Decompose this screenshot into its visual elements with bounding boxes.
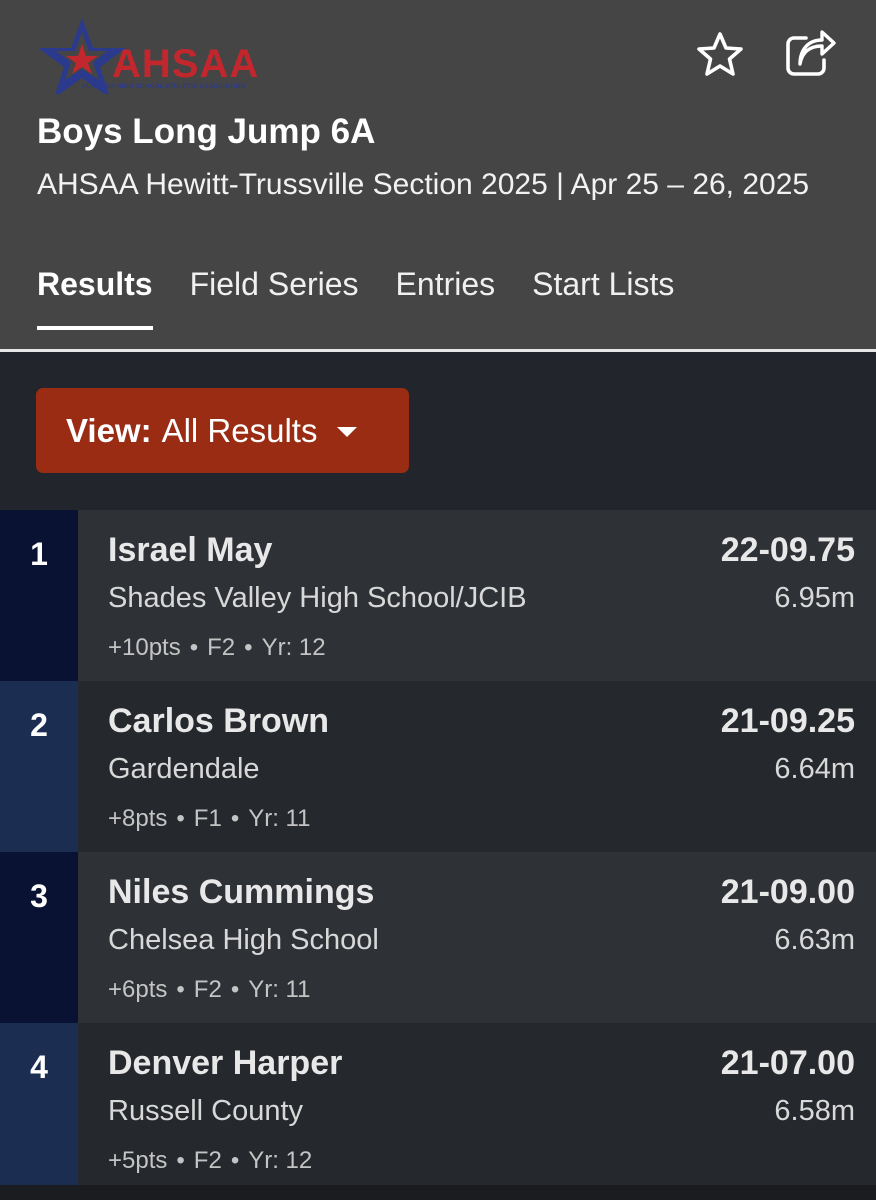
mark-metric: 6.64m: [774, 753, 855, 785]
athlete-name[interactable]: Carlos Brown: [108, 699, 329, 743]
tab-results[interactable]: Results: [37, 262, 153, 332]
mark-metric: 6.95m: [774, 582, 855, 614]
points: +5pts: [108, 1147, 168, 1174]
separator-dot: •: [244, 634, 253, 661]
rank-number: 1: [30, 536, 48, 572]
star-outline-icon: [697, 32, 743, 76]
rank-number: 3: [30, 878, 48, 914]
result-meta: +8pts • F1 • Yr: 11: [108, 803, 310, 835]
separator-dot: •: [176, 805, 185, 832]
view-filter-value: All Results: [161, 411, 318, 449]
school-name[interactable]: Shades Valley High School/JCIB: [108, 578, 527, 618]
athlete-name[interactable]: Niles Cummings: [108, 870, 374, 914]
rank-cell: 3: [0, 852, 78, 1023]
flight: F2: [207, 634, 236, 661]
rank-cell: 2: [0, 681, 78, 852]
athlete-name[interactable]: Denver Harper: [108, 1041, 342, 1085]
year: Yr: 12: [261, 634, 326, 661]
tab-field-series[interactable]: Field Series: [190, 262, 359, 332]
flight: F2: [193, 1147, 222, 1174]
result-meta: +6pts • F2 • Yr: 11: [108, 974, 310, 1006]
year: Yr: 12: [248, 1147, 313, 1174]
logo-text: AHSAA: [112, 42, 260, 86]
year: Yr: 11: [248, 805, 311, 832]
result-meta: +5pts • F2 • Yr: 12: [108, 1145, 312, 1177]
flight: F1: [193, 805, 222, 832]
caret-down-icon: [337, 426, 358, 437]
separator-dot: •: [230, 1147, 240, 1174]
school-name[interactable]: Chelsea High School: [108, 920, 379, 960]
event-header: AHSAA ALABAMA HIGH SCHOOL ATHLETIC ASSOC…: [0, 0, 876, 350]
share-button[interactable]: [784, 28, 836, 80]
result-meta: +10pts • F2 • Yr: 12: [108, 632, 326, 664]
result-row[interactable]: 3 Niles Cummings Chelsea High School +6p…: [0, 852, 876, 1023]
points: +8pts: [108, 805, 168, 832]
school-name[interactable]: Gardendale: [108, 749, 260, 789]
separator-dot: •: [176, 1147, 185, 1174]
mark-imperial: 21-09.00: [720, 873, 855, 911]
rank-cell: 1: [0, 510, 78, 681]
favorite-button[interactable]: [694, 28, 746, 80]
tab-bar: Results Field Series Entries Start Lists: [37, 262, 711, 332]
school-name[interactable]: Russell County: [108, 1091, 303, 1131]
rank-cell: 4: [0, 1023, 78, 1194]
separator-dot: •: [176, 976, 185, 1003]
view-filter-label: View:: [66, 411, 152, 449]
year: Yr: 11: [248, 976, 311, 1003]
flight: F2: [193, 976, 222, 1003]
rank-number: 2: [30, 707, 48, 743]
result-row[interactable]: 4 Denver Harper Russell County +5pts • F2 •…: [0, 1023, 876, 1194]
athlete-name[interactable]: Israel May: [108, 528, 272, 572]
mark-imperial: 21-09.25: [720, 702, 855, 740]
separator-dot: •: [230, 805, 240, 832]
meet-subtitle: AHSAA Hewitt-Trussville Section 2025 | A…: [37, 168, 810, 201]
points: +10pts: [108, 634, 181, 661]
view-filter-dropdown[interactable]: View: All Results: [36, 388, 409, 473]
tab-entries[interactable]: Entries: [396, 262, 496, 332]
points: +6pts: [108, 976, 168, 1003]
logo-subtext: ALABAMA HIGH SCHOOL ATHLETIC ASSOCIATION: [82, 84, 246, 90]
mark-imperial: 21-07.00: [720, 1044, 855, 1082]
share-icon: [786, 30, 836, 76]
mark-metric: 6.58m: [774, 1095, 855, 1127]
result-row[interactable]: 2 Carlos Brown Gardendale +8pts • F1 • Yr: 1…: [0, 681, 876, 852]
separator-dot: •: [189, 634, 199, 661]
mark-imperial: 22-09.75: [720, 531, 855, 569]
separator-dot: •: [230, 976, 240, 1003]
ahsaa-logo: AHSAA ALABAMA HIGH SCHOOL ATHLETIC ASSOC…: [36, 14, 276, 94]
bottom-edge: [0, 1185, 876, 1200]
result-row[interactable]: 1 Israel May Shades Valley High School/J…: [0, 510, 876, 681]
mark-metric: 6.63m: [774, 924, 855, 956]
page-title: Boys Long Jump 6A: [37, 112, 376, 151]
tab-start-lists[interactable]: Start Lists: [532, 262, 674, 332]
header-divider: [0, 349, 876, 352]
rank-number: 4: [30, 1049, 48, 1085]
results-list: 1 Israel May Shades Valley High School/J…: [0, 510, 876, 1194]
